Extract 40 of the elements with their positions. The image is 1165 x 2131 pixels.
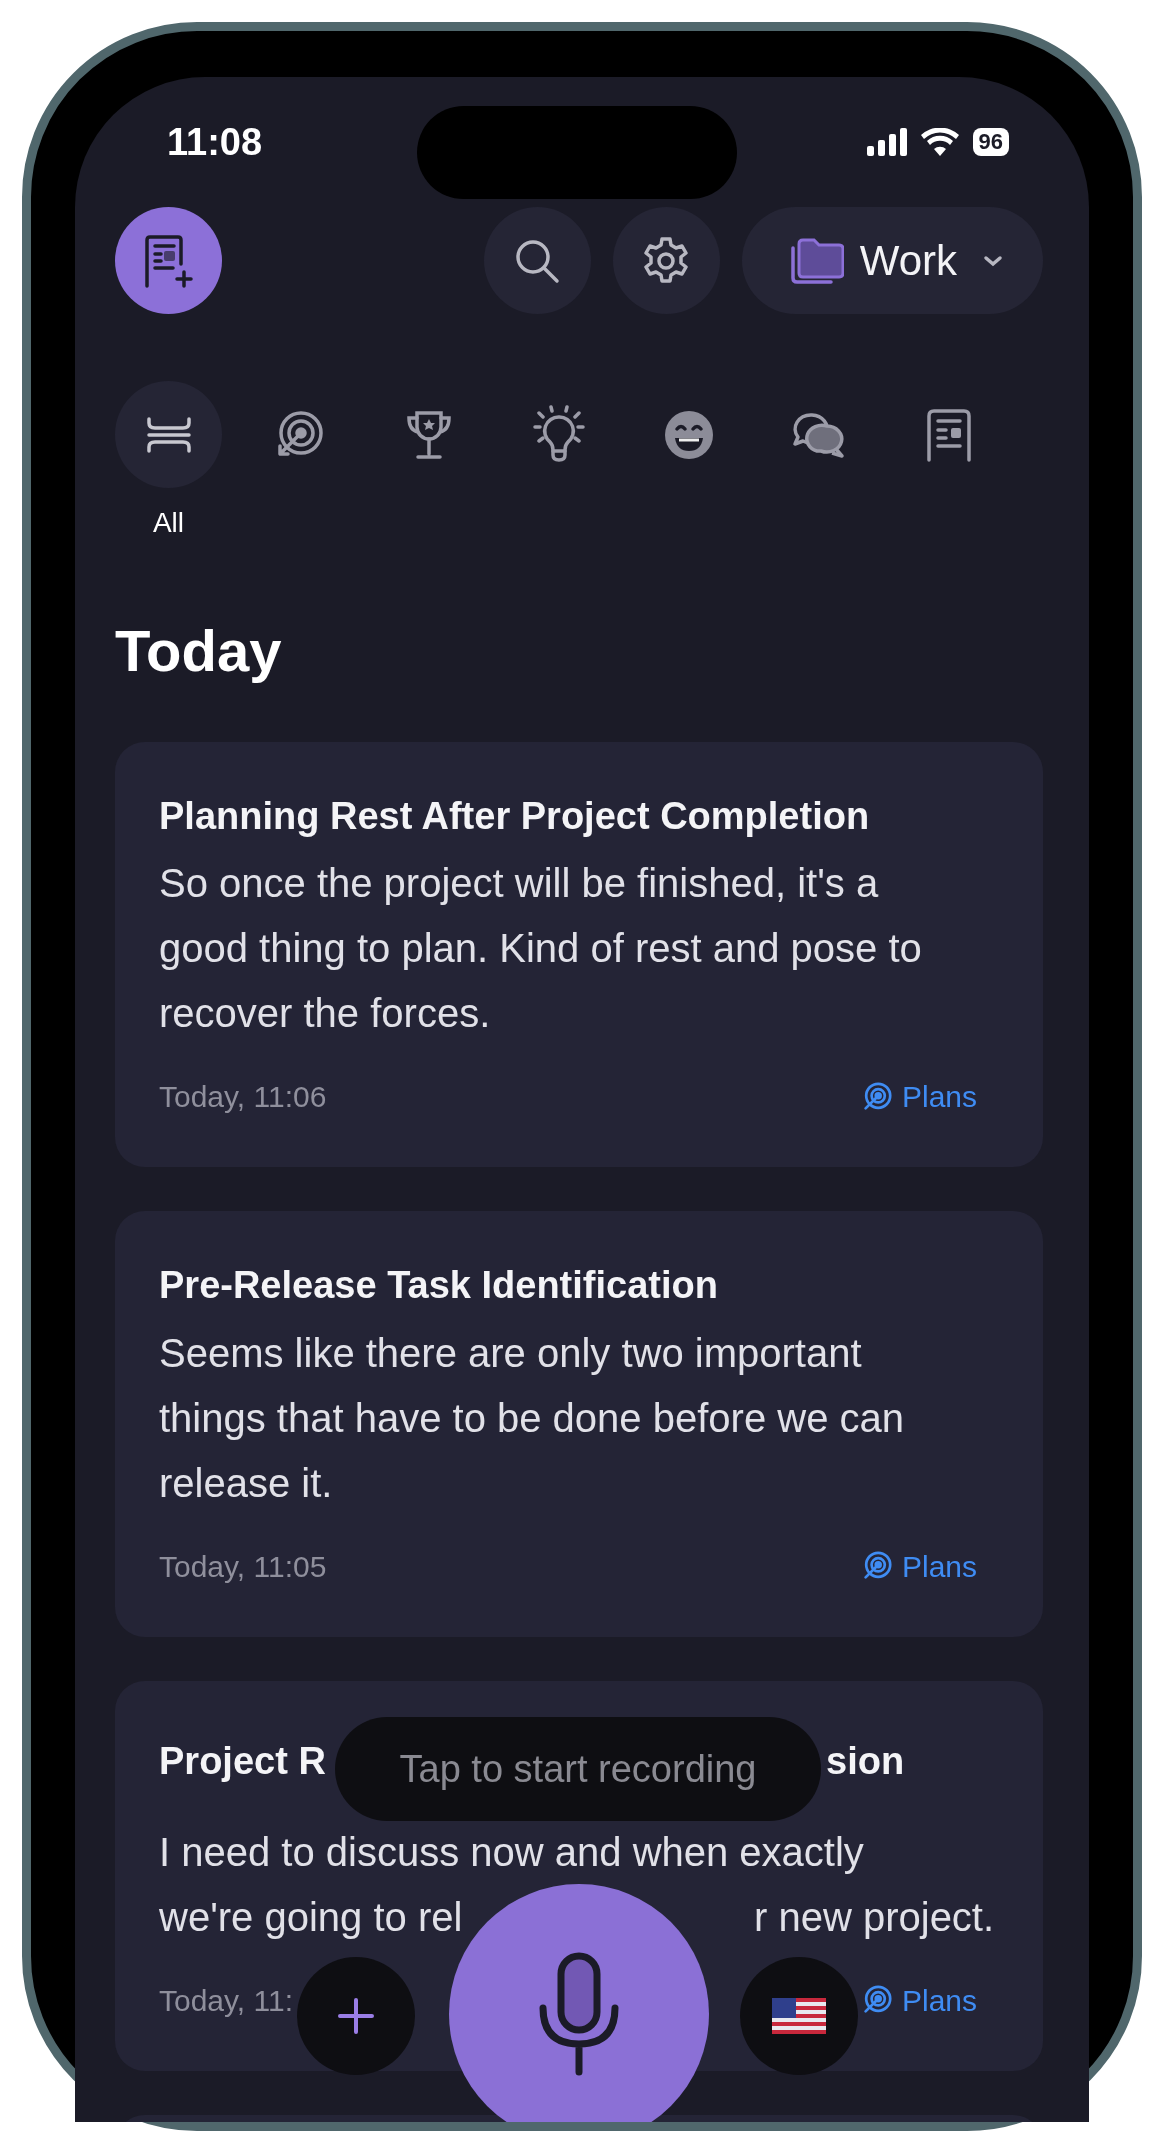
note-title: Project R bbox=[159, 1738, 326, 1784]
tag-link[interactable]: Plans bbox=[861, 1977, 977, 2023]
note-time: Today, 11:06 bbox=[159, 1079, 327, 1116]
note-text: Seems like there are only two important things that have to be done before we can release it. bbox=[159, 1329, 905, 1507]
note-text: So once the project will be finished, it's a good thing to plan. Kind of rest and pose to recover the forces. bbox=[159, 860, 923, 1038]
note-title: sion bbox=[826, 1738, 905, 1784]
note-card[interactable]: Pre-Release Task Identification Seems like there are only two important things that have to be done before we can release it. Today, 11:05 Plans bbox=[115, 1211, 1043, 1637]
lines-icon bbox=[145, 416, 192, 453]
trophy-icon bbox=[405, 409, 452, 460]
signal-icon bbox=[866, 128, 907, 156]
target-icon bbox=[861, 1551, 892, 1582]
folder-selector[interactable]: Work bbox=[741, 207, 1043, 314]
smiley-face-icon bbox=[662, 408, 715, 461]
note-time: Today, 11: bbox=[159, 1982, 293, 2019]
note-add-icon bbox=[143, 233, 194, 288]
note-title: Pre-Release Task Identification bbox=[159, 1263, 719, 1309]
wifi-icon bbox=[920, 128, 959, 156]
category-label: All bbox=[152, 506, 185, 540]
note-time: Today, 11:05 bbox=[159, 1548, 327, 1585]
flag-icon bbox=[772, 1998, 826, 2034]
note-card[interactable]: Planning Rest After Project Completion So once the project will be finished, it's a good thing to plan. Kind of rest and pose to recover the forces. Today, 11:06 Plans bbox=[115, 741, 1043, 1168]
target-icon bbox=[861, 1985, 892, 2016]
microphone-icon bbox=[537, 1952, 621, 2076]
chat-bubbles-icon bbox=[791, 411, 846, 458]
document-icon bbox=[925, 407, 972, 462]
note-title: Planning Rest After Project Completion bbox=[159, 793, 871, 839]
note-text: r new project. bbox=[754, 1893, 995, 1941]
status-time: 11:08 bbox=[167, 119, 263, 165]
section-heading: Today bbox=[115, 617, 283, 685]
tag-link[interactable]: Plans bbox=[861, 1074, 977, 1120]
tag-link[interactable]: Plans bbox=[861, 1543, 977, 1589]
recording-hint-toast: Tap to start recording bbox=[335, 1717, 821, 1821]
folder-icon bbox=[789, 237, 844, 284]
plus-icon bbox=[336, 1996, 376, 2036]
search-icon bbox=[514, 237, 561, 284]
target-icon bbox=[861, 1081, 892, 1112]
note-text: I need to discuss now and when exactly bbox=[159, 1829, 864, 1874]
note-text: we're going to rel bbox=[159, 1893, 463, 1941]
battery-level: 96 bbox=[972, 128, 1009, 156]
chevron-down-icon bbox=[983, 254, 1003, 267]
